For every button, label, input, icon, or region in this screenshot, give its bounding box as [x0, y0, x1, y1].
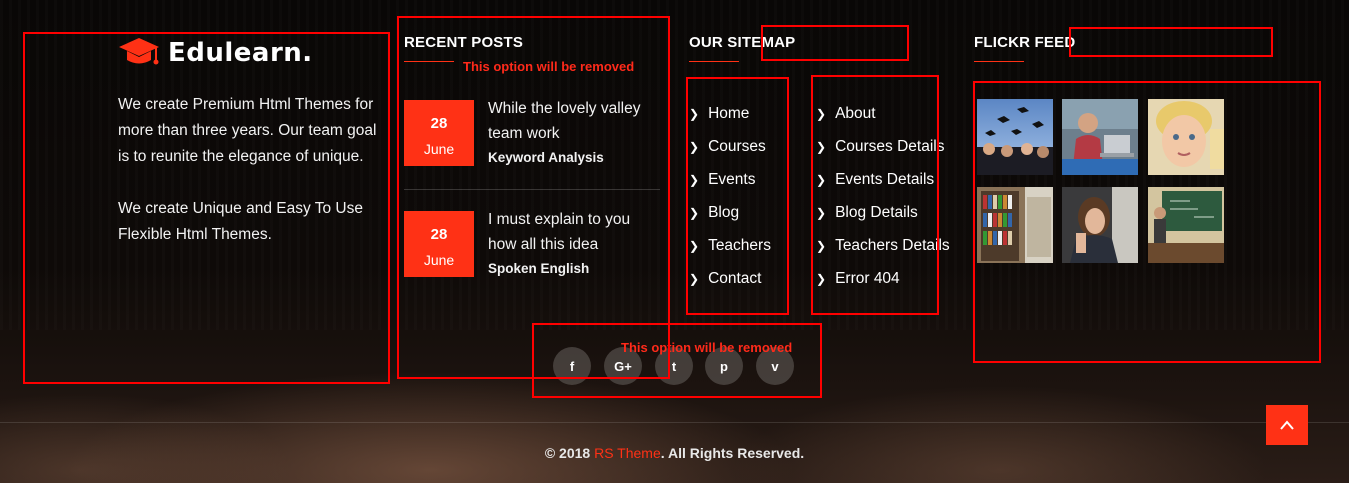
flickr-title: FLICKR FEED — [974, 34, 1076, 51]
annotation-box — [686, 77, 789, 315]
footer-divider — [0, 422, 1349, 423]
copyright-brand-link[interactable]: RS Theme — [594, 445, 661, 461]
scroll-to-top-button[interactable] — [1266, 405, 1308, 445]
title-underline — [974, 61, 1024, 62]
chevron-up-icon — [1280, 420, 1294, 430]
copyright-prefix: © 2018 — [544, 445, 591, 461]
title-underline — [689, 61, 739, 62]
annotation-box — [532, 323, 822, 398]
annotation-box — [811, 75, 939, 315]
annotation-box — [761, 25, 909, 61]
copyright-suffix: . All Rights Reserved. — [660, 445, 805, 461]
copyright: © 2018 RS Theme. All Rights Reserved. — [0, 445, 1349, 461]
annotation-box — [1069, 27, 1273, 57]
annotation-box — [973, 81, 1321, 363]
annotation-box — [23, 32, 390, 384]
